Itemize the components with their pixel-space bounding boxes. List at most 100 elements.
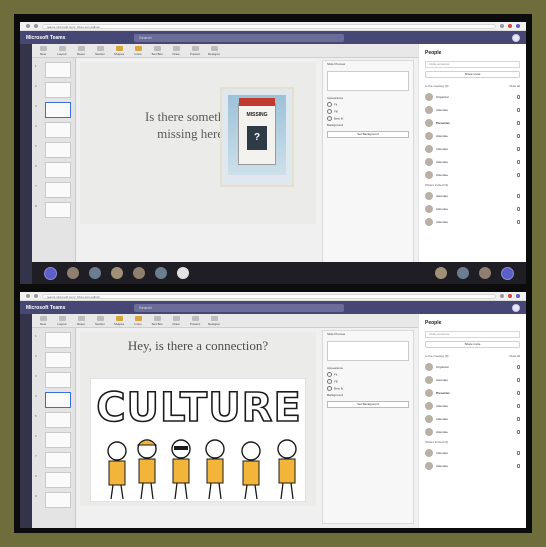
slide-thumbnail[interactable] [45, 452, 71, 468]
participant-video[interactable] [177, 267, 189, 279]
toolbar-button[interactable]: Designer [207, 315, 221, 326]
toolbar-button[interactable]: Section [93, 45, 107, 56]
more-options-icon[interactable] [501, 266, 514, 280]
back-icon[interactable] [26, 294, 30, 298]
extension-icon[interactable] [508, 24, 512, 28]
slide-thumbnail[interactable] [45, 162, 71, 178]
option-best-fit[interactable]: Best fit [323, 115, 413, 122]
slide-thumbnail[interactable] [45, 392, 71, 408]
participant-row[interactable]: Presenter [419, 386, 526, 399]
slide-thumbnail[interactable] [45, 352, 71, 368]
mute-all-button[interactable]: Mute all [509, 354, 520, 358]
option-best-fit[interactable]: Best fit [323, 385, 413, 392]
option-fill[interactable]: Fill [323, 108, 413, 115]
forward-icon[interactable] [34, 294, 38, 298]
toolbar-button[interactable]: Shapes [112, 315, 126, 326]
search-input[interactable]: Search [134, 33, 344, 42]
participant-video[interactable] [435, 267, 447, 279]
slide-preview [327, 71, 409, 91]
toolbar-button[interactable]: Present [188, 45, 202, 56]
toolbar-button[interactable]: Icons [131, 45, 145, 56]
participant-video[interactable] [111, 267, 123, 279]
participant-row[interactable]: Presenter [419, 116, 526, 129]
extension-icon[interactable] [500, 294, 504, 298]
extension-icon[interactable] [500, 24, 504, 28]
slide-thumbnail[interactable] [45, 62, 71, 78]
set-background-button[interactable]: Set Background [327, 401, 409, 408]
camera-toggle-icon[interactable] [44, 266, 57, 280]
toolbar-button[interactable]: Draw [169, 315, 183, 326]
slide-thumbnail[interactable] [45, 332, 71, 348]
participant-video[interactable] [155, 267, 167, 279]
share-invite-button[interactable]: Share invite [425, 71, 520, 78]
slide-thumbnail[interactable] [45, 202, 71, 218]
participant-row[interactable]: Attendee [419, 142, 526, 155]
toolbar-button[interactable]: Text Box [150, 45, 164, 56]
mute-all-button[interactable]: Mute all [509, 84, 520, 88]
option-fit[interactable]: Fit [323, 371, 413, 378]
participant-video[interactable] [67, 267, 79, 279]
participant-video[interactable] [479, 267, 491, 279]
address-bar[interactable]: teams.microsoft.com/_#/pre-join-calling/ [42, 23, 496, 29]
toolbar-button[interactable]: Section [93, 315, 107, 326]
participant-row[interactable]: Attendee [419, 399, 526, 412]
slide-thumbnail[interactable] [45, 412, 71, 428]
toolbar-button[interactable]: Shapes [112, 45, 126, 56]
participant-row[interactable]: Attendee [419, 202, 526, 215]
participant-row[interactable]: Attendee [419, 168, 526, 181]
invite-search-input[interactable]: Invite someone [425, 331, 520, 338]
toolbar-button[interactable]: Reset [74, 315, 88, 326]
participant-row[interactable]: Organizer [419, 360, 526, 373]
participant-video[interactable] [133, 267, 145, 279]
participant-row[interactable]: Attendee [419, 446, 526, 459]
participant-row[interactable]: Attendee [419, 215, 526, 228]
toolbar-button[interactable]: Reset [74, 45, 88, 56]
profile-icon[interactable] [516, 294, 520, 298]
participant-row[interactable]: Attendee [419, 412, 526, 425]
toolbar-button[interactable]: Layout [55, 45, 69, 56]
avatar[interactable] [512, 303, 520, 312]
current-slide[interactable]: Is there something missing here? MISSING… [80, 62, 316, 224]
participant-row[interactable]: Attendee [419, 425, 526, 438]
forward-icon[interactable] [34, 24, 38, 28]
participant-row[interactable]: Attendee [419, 155, 526, 168]
current-slide[interactable]: Hey, is there a connection? CULTURE [80, 332, 316, 506]
participant-row[interactable]: Attendee [419, 129, 526, 142]
app-rail [20, 314, 32, 528]
slide-thumbnail[interactable] [45, 432, 71, 448]
profile-icon[interactable] [516, 24, 520, 28]
participant-row[interactable]: Attendee [419, 189, 526, 202]
toolbar-button[interactable]: Draw [169, 45, 183, 56]
slide-thumbnail[interactable] [45, 492, 71, 508]
extension-icon[interactable] [508, 294, 512, 298]
participant-row[interactable]: Attendee [419, 103, 526, 116]
invite-search-input[interactable]: Invite someone [425, 61, 520, 68]
participant-row[interactable]: Attendee [419, 373, 526, 386]
participant-video[interactable] [457, 267, 469, 279]
slide-thumbnail[interactable] [45, 102, 71, 118]
participant-row[interactable]: Attendee [419, 459, 526, 472]
option-fit[interactable]: Fit [323, 101, 413, 108]
slide-thumbnail[interactable] [45, 472, 71, 488]
participant-row[interactable]: Organizer [419, 90, 526, 103]
toolbar-button[interactable]: Present [188, 315, 202, 326]
toolbar-button[interactable]: Icons [131, 315, 145, 326]
slide-thumbnail[interactable] [45, 122, 71, 138]
toolbar-button[interactable]: New [36, 315, 50, 326]
toolbar-button[interactable]: Layout [55, 315, 69, 326]
option-fill[interactable]: Fill [323, 378, 413, 385]
share-invite-button[interactable]: Share invite [425, 341, 520, 348]
toolbar-button[interactable]: New [36, 45, 50, 56]
set-background-button[interactable]: Set Background [327, 131, 409, 138]
address-bar[interactable]: teams.microsoft.com/_#/pre-join-calling/ [42, 293, 496, 299]
back-icon[interactable] [26, 24, 30, 28]
avatar[interactable] [512, 33, 520, 42]
toolbar-button[interactable]: Designer [207, 45, 221, 56]
slide-thumbnail[interactable] [45, 372, 71, 388]
slide-thumbnail[interactable] [45, 182, 71, 198]
toolbar-button[interactable]: Text Box [150, 315, 164, 326]
search-input[interactable]: Search [134, 303, 344, 312]
slide-thumbnail[interactable] [45, 142, 71, 158]
slide-thumbnail[interactable] [45, 82, 71, 98]
participant-video[interactable] [89, 267, 101, 279]
